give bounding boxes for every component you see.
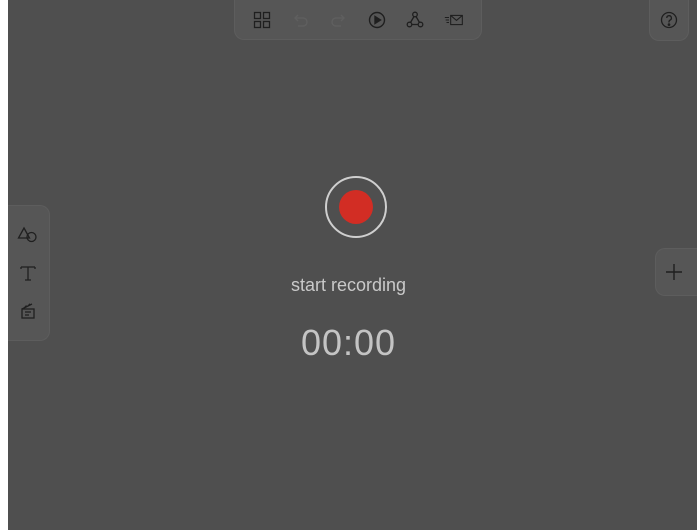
left-toolbar	[8, 205, 50, 341]
grid-icon[interactable]	[250, 8, 274, 32]
app-window	[8, 0, 697, 530]
top-toolbar	[234, 0, 482, 40]
undo-icon[interactable]	[288, 8, 312, 32]
shapes-icon[interactable]	[14, 221, 42, 249]
send-mail-icon[interactable]	[442, 8, 466, 32]
share-nodes-icon[interactable]	[403, 8, 427, 32]
redo-icon[interactable]	[327, 8, 351, 32]
help-button[interactable]	[649, 0, 689, 41]
record-button[interactable]	[325, 176, 387, 238]
play-icon[interactable]	[365, 8, 389, 32]
recording-timer: 00:00	[300, 322, 397, 363]
help-icon	[660, 11, 678, 29]
record-icon	[339, 190, 373, 224]
media-icon[interactable]	[14, 297, 42, 325]
start-recording-label: start recording	[290, 275, 407, 295]
